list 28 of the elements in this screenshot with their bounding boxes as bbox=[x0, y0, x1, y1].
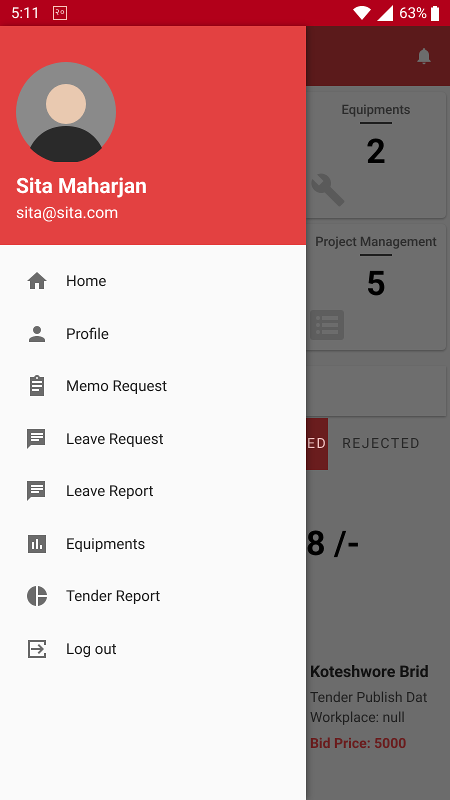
status-tab[interactable]: ED bbox=[306, 418, 328, 470]
menu-item[interactable]: Leave Report bbox=[0, 465, 306, 518]
menu-item[interactable]: Log out bbox=[0, 622, 306, 675]
card-count: 2 bbox=[366, 132, 386, 172]
user-name: Sita Maharjan bbox=[16, 174, 148, 200]
menu-item[interactable]: Home bbox=[0, 255, 306, 308]
menu-item[interactable]: Memo Request bbox=[0, 360, 306, 412]
tender-publish-date: Tender Publish Dat bbox=[310, 689, 428, 708]
menu-item[interactable]: Profile bbox=[0, 308, 306, 360]
user-email: sita@sita.com bbox=[16, 202, 120, 224]
card-title: Equipments bbox=[342, 102, 410, 119]
amount-text: 8 /- bbox=[306, 524, 361, 564]
menu-item[interactable]: Tender Report bbox=[0, 570, 306, 622]
wrench-icon bbox=[310, 172, 346, 208]
bid-price: Bid Price: 5000 bbox=[310, 735, 408, 754]
menu-item[interactable]: Equipments bbox=[0, 518, 306, 570]
signal-icon bbox=[377, 5, 394, 21]
notification-icon: २० bbox=[52, 6, 67, 20]
tender-workplace: Workplace: null bbox=[310, 709, 406, 728]
card-title: Project Management bbox=[315, 234, 437, 251]
status-time: 5:11 bbox=[11, 2, 40, 24]
pie-chart-icon bbox=[25, 584, 49, 608]
wifi-icon bbox=[353, 6, 372, 20]
card-count: 5 bbox=[366, 264, 386, 304]
menu-item[interactable]: Leave Request bbox=[0, 412, 306, 465]
tender-title: Koteshwore Brid bbox=[310, 661, 430, 683]
battery-percent: 63% bbox=[399, 2, 427, 24]
battery-icon bbox=[431, 6, 439, 20]
